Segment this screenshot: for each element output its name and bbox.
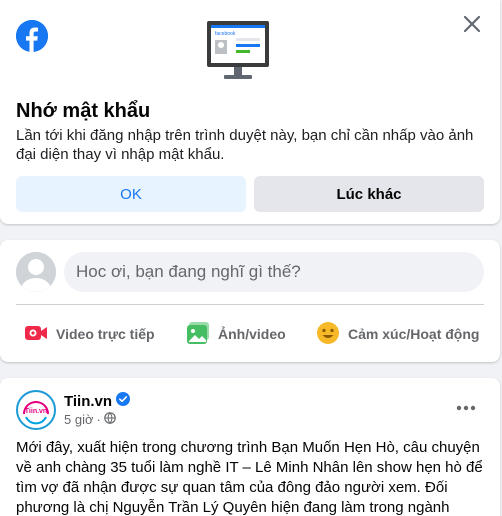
monitor-brand-text: facebook: [215, 31, 236, 37]
remember-description: Lần tới khi đăng nhập trên trình duyệt n…: [16, 127, 474, 163]
feeling-activity-button[interactable]: Cảm xúc/Hoạt động: [308, 314, 487, 354]
meta-separator: ·: [96, 412, 101, 427]
news-feed-post: Tiin.vn Tiin.vn 5 giờ · Mới đây, xuất hi…: [0, 378, 500, 516]
live-video-icon: [24, 321, 48, 348]
photo-video-icon: [186, 321, 210, 348]
globe-icon[interactable]: [104, 412, 116, 427]
live-video-label: Video trực tiếp: [56, 326, 155, 342]
post-composer-card: Hoc ơi, bạn đang nghĩ gì thế? Video trực…: [0, 240, 500, 362]
feeling-activity-icon: [316, 321, 340, 348]
remember-password-card: facebook Nhớ mật khẩu Lần tới khi đăng n…: [0, 0, 500, 224]
page-name-link[interactable]: Tiin.vn: [64, 392, 131, 410]
post-meta: 5 giờ ·: [64, 412, 116, 427]
monitor-illustration-icon: facebook: [206, 20, 270, 80]
divider: [16, 304, 484, 305]
whats-on-your-mind-input[interactable]: Hoc ơi, bạn đang nghĩ gì thế?: [64, 252, 484, 292]
photo-video-button[interactable]: Ảnh/video: [178, 314, 294, 354]
facebook-logo-icon[interactable]: [16, 20, 48, 52]
remember-title: Nhớ mật khẩu: [16, 100, 151, 122]
avatar[interactable]: [16, 252, 56, 292]
ok-button[interactable]: OK: [16, 176, 246, 212]
verified-badge-icon: [116, 392, 131, 410]
page-name: Tiin.vn: [64, 392, 113, 410]
page-avatar[interactable]: Tiin.vn: [16, 390, 56, 430]
more-options-icon[interactable]: [448, 396, 484, 420]
live-video-button[interactable]: Video trực tiếp: [16, 314, 163, 354]
not-now-button[interactable]: Lúc khác: [254, 176, 484, 212]
feeling-activity-label: Cảm xúc/Hoạt động: [348, 326, 480, 342]
post-time[interactable]: 5 giờ: [64, 412, 94, 427]
page-avatar-text: Tiin.vn: [25, 408, 47, 415]
photo-video-label: Ảnh/video: [218, 326, 286, 342]
close-icon[interactable]: [460, 12, 484, 36]
post-text: Mới đây, xuất hiện trong chương trình Bạ…: [16, 439, 483, 516]
